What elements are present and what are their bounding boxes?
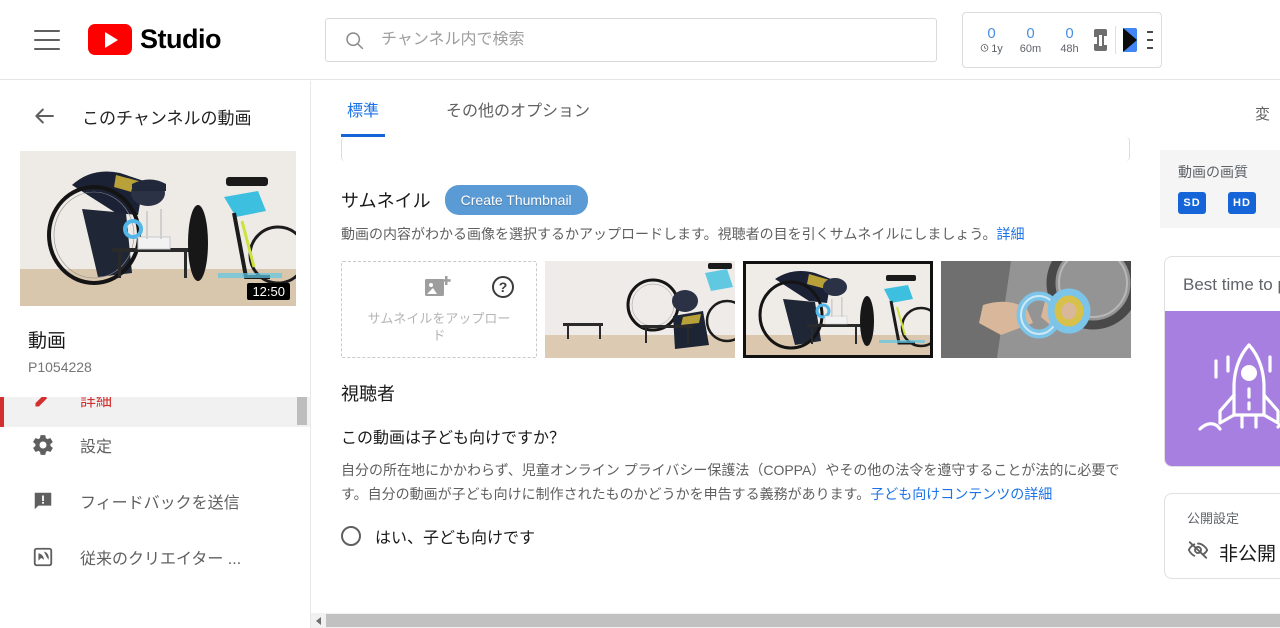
audience-paragraph-link[interactable]: 子ども向けコンテンツの詳細 <box>870 486 1052 502</box>
help-question-icon[interactable]: ? <box>492 276 514 298</box>
upload-thumbnail-label: サムネイルをアップロード <box>367 311 511 343</box>
gear-icon <box>28 433 58 457</box>
stat-label: 60m <box>1019 42 1042 55</box>
visibility-card[interactable]: 公開設定 非公開 <box>1164 493 1280 579</box>
sidebar-item-feedback[interactable]: フィードバックを送信 <box>0 473 310 529</box>
tab-standard[interactable]: 標準 <box>341 81 386 137</box>
thumbnail-options-row: サムネイルをアップロード ? <box>341 261 1160 358</box>
sidebar-item-label: フィードバックを送信 <box>80 495 240 512</box>
thumbnail-section-description: 動画の内容がわかる画像を選択するかアップロードします。視聴者の目を引くサムネイル… <box>341 223 1131 245</box>
main-content: 標準 その他のオプション サムネイル Create Thumbnail 動画の内… <box>311 81 1160 614</box>
rocket-icon <box>1198 342 1280 431</box>
search-icon <box>344 30 365 51</box>
stat-48h[interactable]: 0 48h <box>1051 25 1088 56</box>
visibility-row: 非公開 <box>1187 539 1280 566</box>
hd-badge: HD <box>1228 192 1256 214</box>
feedback-icon <box>28 490 58 512</box>
legacy-creator-icon <box>28 546 58 568</box>
stat-label: 1y <box>980 42 1003 56</box>
create-thumbnail-button[interactable]: Create Thumbnail <box>444 185 588 215</box>
youtube-studio-page: Studio 0 <box>0 0 1280 628</box>
stat-label: 48h <box>1060 42 1079 55</box>
add-image-icon <box>424 275 454 306</box>
audience-radio-label: はい、子ども向けです <box>375 530 536 547</box>
thumbnail-option-3[interactable] <box>941 261 1131 358</box>
brand-text: Studio <box>140 24 221 54</box>
sidebar-item-label: 設定 <box>80 439 113 456</box>
change-link[interactable]: 変 <box>1160 81 1280 124</box>
visibility-title: 公開設定 <box>1187 511 1240 526</box>
video-quality-title: 動画の画質 <box>1178 164 1248 180</box>
sidebar-video-label: 動画 <box>28 331 67 352</box>
search-input[interactable] <box>381 31 901 49</box>
stat-1y[interactable]: 0 1y <box>973 25 1010 56</box>
left-sidebar: このチャンネルの動画 12:50 動画 P1054228 詳細 設定 フィードバ… <box>0 81 311 628</box>
best-time-card-title: Best time to p <box>1183 275 1280 294</box>
upload-thumbnail-box[interactable]: サムネイルをアップロード ? <box>341 261 537 358</box>
stat-value: 0 <box>987 24 996 42</box>
tab-bar: 標準 その他のオプション <box>311 81 1160 137</box>
stats-group: 0 1y 0 60m 0 48h <box>963 25 1088 56</box>
thumbnail-option-2-artwork <box>743 261 933 358</box>
hamburger-icon[interactable] <box>34 29 60 50</box>
sidebar-video-thumbnail[interactable]: 12:50 <box>20 151 296 306</box>
video-duration-badge: 12:50 <box>247 283 290 300</box>
channel-stats-box: 0 1y 0 60m 0 48h IQ <box>962 12 1162 68</box>
overflow-menu-icon[interactable] <box>1147 31 1153 49</box>
horizontal-scrollbar[interactable] <box>311 613 1280 628</box>
sidebar-menu: 詳細 設定 フィードバックを送信 従来のクリエイター ... <box>0 387 310 585</box>
right-panel: 変 動画の画質 SD HD Best time to p 公開設定 非公開 <box>1160 81 1280 628</box>
sidebar-video-name: P1054228 <box>28 359 92 375</box>
back-arrow-icon[interactable] <box>28 99 62 133</box>
sidebar-header: このチャンネルの動画 <box>0 81 310 151</box>
partial-field-card[interactable] <box>341 137 1130 161</box>
stat-60m[interactable]: 0 60m <box>1012 25 1049 56</box>
stat-label-text: 1y <box>991 42 1003 55</box>
thumbnail-section-header: サムネイル Create Thumbnail <box>341 185 1160 215</box>
bar-chart-icon[interactable] <box>1094 29 1107 51</box>
audience-question: この動画は子ども向けですか？ <box>341 430 566 447</box>
audience-section: 視聴者 この動画は子ども向けですか？ 自分の所在地にかかわらず、児童オンライン … <box>311 358 1160 548</box>
iq-play-icon[interactable]: IQ <box>1123 28 1147 52</box>
sidebar-scrollbar-thumb[interactable] <box>297 397 307 425</box>
thumbnail-description-link[interactable]: 詳細 <box>996 226 1024 242</box>
thumbnail-section-title: サムネイル <box>341 191 431 211</box>
sidebar-item-legacy-creator[interactable]: 従来のクリエイター ... <box>0 529 310 585</box>
horizontal-scrollbar-thumb[interactable] <box>326 614 1280 627</box>
thumbnail-option-1[interactable] <box>545 261 735 358</box>
thumbnail-section: サムネイル Create Thumbnail 動画の内容がわかる画像を選択するか… <box>311 161 1160 358</box>
video-quality-box: 動画の画質 SD HD <box>1160 150 1280 228</box>
search-bar[interactable] <box>325 18 937 62</box>
sidebar-item-settings[interactable]: 設定 <box>0 417 310 473</box>
youtube-play-icon <box>88 24 132 55</box>
best-time-card[interactable]: Best time to p <box>1164 256 1280 467</box>
visibility-value: 非公開 <box>1219 544 1277 565</box>
video-quality-badges: SD HD <box>1178 192 1280 214</box>
tab-more-options[interactable]: その他のオプション <box>440 81 596 137</box>
thumbnail-option-1-artwork <box>545 261 735 358</box>
thumbnail-option-3-artwork <box>941 261 1131 358</box>
audience-section-title: 視聴者 <box>341 384 395 404</box>
sidebar-item-label: 従来のクリエイター ... <box>80 551 242 568</box>
sd-badge: SD <box>1178 192 1206 214</box>
thumbnail-option-2[interactable] <box>743 261 933 358</box>
stat-value: 0 <box>1026 24 1035 42</box>
audience-paragraph: 自分の所在地にかかわらず、児童オンライン プライバシー保護法（COPPA）やその… <box>341 458 1141 506</box>
best-time-card-image <box>1165 311 1280 466</box>
clock-icon <box>980 42 989 56</box>
sidebar-scrollbar[interactable] <box>297 397 307 425</box>
thumbnail-description-text: 動画の内容がわかる画像を選択するかアップロードします。視聴者の目を引くサムネイル… <box>341 226 997 242</box>
studio-logo[interactable]: Studio <box>88 24 221 55</box>
audience-radio-yes[interactable]: はい、子ども向けです <box>341 524 1160 548</box>
sidebar-item-label: 詳細 <box>80 397 113 410</box>
details-icon <box>28 397 58 409</box>
eye-off-icon <box>1187 539 1209 566</box>
stat-value: 0 <box>1065 24 1074 42</box>
radio-circle-icon[interactable] <box>341 526 361 546</box>
scroll-left-arrow-icon[interactable] <box>311 613 326 628</box>
sidebar-title: このチャンネルの動画 <box>82 108 252 128</box>
top-bar: Studio 0 <box>0 0 1280 80</box>
